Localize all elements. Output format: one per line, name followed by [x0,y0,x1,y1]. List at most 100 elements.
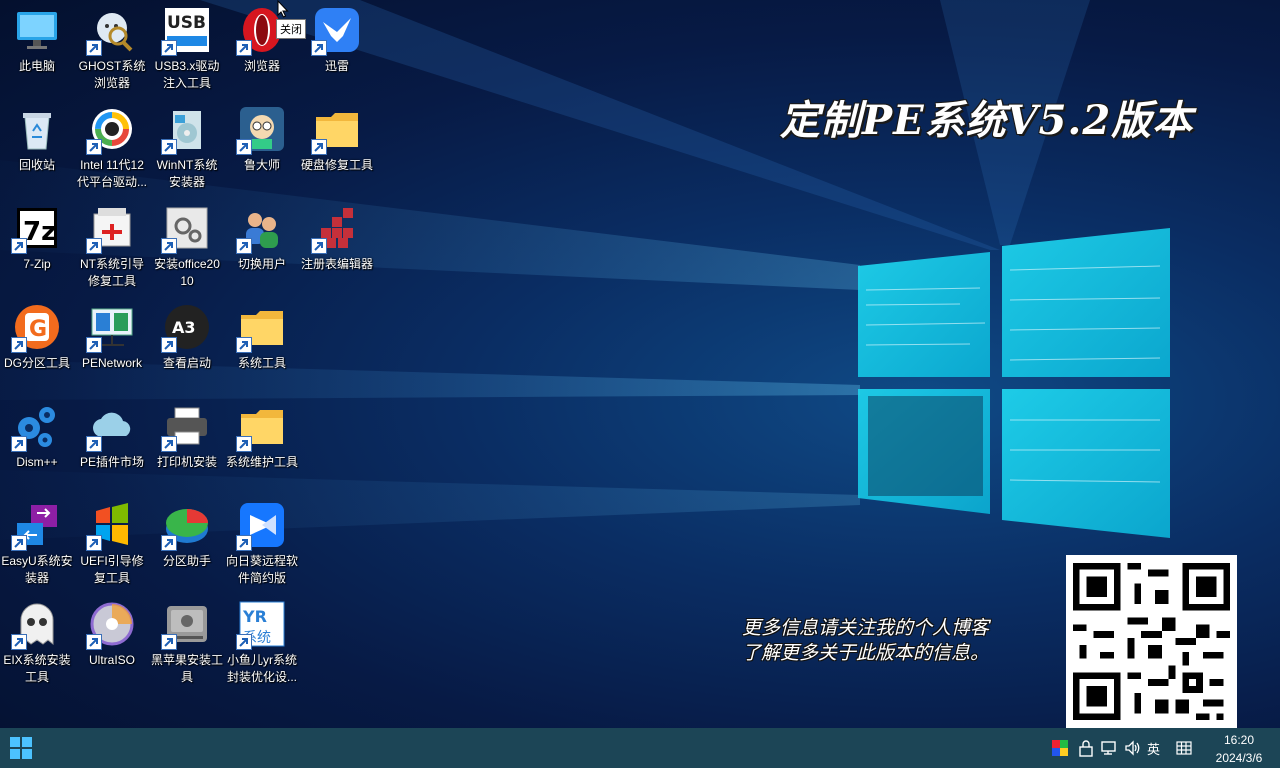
desktop-icon[interactable]: 鲁大师 [225,99,299,195]
desktop-icon-label: 此电脑 [18,59,55,73]
ime-language-indicator[interactable]: 英 [1147,739,1160,758]
desktop-icon[interactable]: 向日葵远程软件简约版 [225,495,299,591]
desktop-icon-label: NT系统引导修复工具 [80,257,144,288]
desktop-icon[interactable]: NT系统引导修复工具 [75,198,149,294]
penetwork-icon [86,303,136,353]
partition-assistant-icon [161,501,211,551]
desktop-icon[interactable]: YR 系统 小鱼儿yr系统封装优化设... [225,594,299,690]
sunlogin-icon [236,501,286,551]
shortcut-arrow-icon [161,40,177,56]
desktop-icon-label: EasyU系统安装器 [1,554,73,585]
monitor-icon [13,6,61,54]
shortcut-arrow-icon [11,238,27,254]
taskbar: 英 16:20 2024/3/6 [0,728,1280,768]
ludashi-icon [236,105,286,155]
wallpaper-blog-text: 更多信息请关注我的个人博客 了解更多关于此版本的信息。 [742,616,1062,666]
svg-text:A3: A3 [172,318,196,337]
uefi-repair-icon [86,501,136,551]
desktop-icon[interactable]: G DG分区工具 [0,297,74,393]
shortcut-arrow-icon [11,436,27,452]
shortcut-arrow-icon [161,535,177,551]
svg-text:USB: USB [167,13,206,33]
shortcut-arrow-icon [311,139,327,155]
shortcut-arrow-icon [161,238,177,254]
desktop-icon[interactable]: EIX系统安装工具 [0,594,74,690]
desktop-icon[interactable]: 切换用户 [225,198,299,294]
start-button[interactable] [10,737,32,759]
shortcut-arrow-icon [86,139,102,155]
tooltip: 关闭 [276,19,306,39]
qr-code [1066,555,1237,728]
desktop-icon-label: WinNT系统安装器 [156,158,218,189]
desktop-icon[interactable]: 注册表编辑器 [300,198,374,294]
clock-date: 2024/3/6 [1215,751,1263,765]
shortcut-arrow-icon [161,436,177,452]
folder-icon [236,402,286,452]
desktop-icon[interactable]: EasyU系统安装器 [0,495,74,591]
shortcut-arrow-icon [236,40,252,56]
shortcut-arrow-icon [86,634,102,650]
color-tray-icon[interactable] [1051,739,1069,757]
desktop-icon[interactable]: 安装office2010 [150,198,224,294]
desktop-icon[interactable]: 系统工具 [225,297,299,393]
7zip-icon: 7z [11,204,61,254]
desktop-icon[interactable]: PE插件市场 [75,396,149,492]
shortcut-arrow-icon [161,337,177,353]
desktop-icon[interactable]: UEFI引导修复工具 [75,495,149,591]
desktop-icon-label: UEFI引导修复工具 [80,554,144,585]
desktop-icon[interactable]: A3 查看启动 [150,297,224,393]
desktop-icon[interactable]: 黑苹果安装工具 [150,594,224,690]
desktop-icon-label: 黑苹果安装工具 [151,653,224,684]
winnt-setup-icon [161,105,211,155]
shortcut-arrow-icon [236,436,252,452]
desktop-icon-label: PENetwork [81,356,143,370]
taskbar-clock[interactable]: 16:20 2024/3/6 [1206,731,1272,767]
shortcut-arrow-icon [11,535,27,551]
folder-icon [311,105,361,155]
desktop-icon[interactable]: WinNT系统安装器 [150,99,224,195]
blog-line-1: 更多信息请关注我的个人博客 [742,617,990,639]
shortcut-arrow-icon [161,634,177,650]
desktop-icon[interactable]: 此电脑 [0,0,74,96]
desktop-icon[interactable]: Dism++ [0,396,74,492]
shortcut-arrow-icon [236,337,252,353]
office-setup-icon [161,204,211,254]
lock-tray-icon[interactable] [1077,739,1095,757]
desktop-icon-label: 迅雷 [324,59,349,73]
ultraiso-icon [86,600,136,650]
desktop-icon[interactable]: 分区助手 [150,495,224,591]
shortcut-arrow-icon [161,139,177,155]
printer-icon [161,402,211,452]
desktop-icon[interactable]: 迅雷 [300,0,374,96]
desktop-icon[interactable]: UltraISO [75,594,149,690]
shortcut-arrow-icon [86,436,102,452]
desktop-icon[interactable]: 7z 7-Zip [0,198,74,294]
network-tray-icon[interactable] [1100,739,1118,757]
desktop-icon[interactable]: USB USB3.x驱动注入工具 [150,0,224,96]
desktop-icon-label: 硬盘修复工具 [301,158,374,172]
shortcut-arrow-icon [236,238,252,254]
desktop-icon[interactable]: 硬盘修复工具 [300,99,374,195]
svg-text:G: G [29,317,47,342]
desktop-icon[interactable]: Intel 11代12代平台驱动... [75,99,149,195]
blog-line-2: 了解更多关于此版本的信息。 [742,642,990,664]
desktop-icon-label: 浏览器 [243,59,280,73]
usb3-icon: USB [161,6,211,56]
desktop-icon-label: 系统维护工具 [226,455,299,469]
desktop-icon[interactable]: 回收站 [0,99,74,195]
desktop-icon[interactable]: 打印机安装 [150,396,224,492]
thunder-icon [311,6,361,56]
shortcut-arrow-icon [86,535,102,551]
folder-icon [236,303,286,353]
shortcut-arrow-icon [11,337,27,353]
shortcut-arrow-icon [86,40,102,56]
desktop-icon[interactable]: 系统维护工具 [225,396,299,492]
volume-tray-icon[interactable] [1124,739,1142,757]
desktop-icon-label: UltraISO [88,653,135,667]
desktop-icon[interactable]: PENetwork [75,297,149,393]
desktop-icon-label: 查看启动 [162,356,211,370]
desktop-icon[interactable]: GHOST系统浏览器 [75,0,149,96]
keyboard-grid-icon[interactable] [1175,739,1193,757]
shortcut-arrow-icon [86,238,102,254]
desktop-icon-label: 切换用户 [237,257,286,271]
